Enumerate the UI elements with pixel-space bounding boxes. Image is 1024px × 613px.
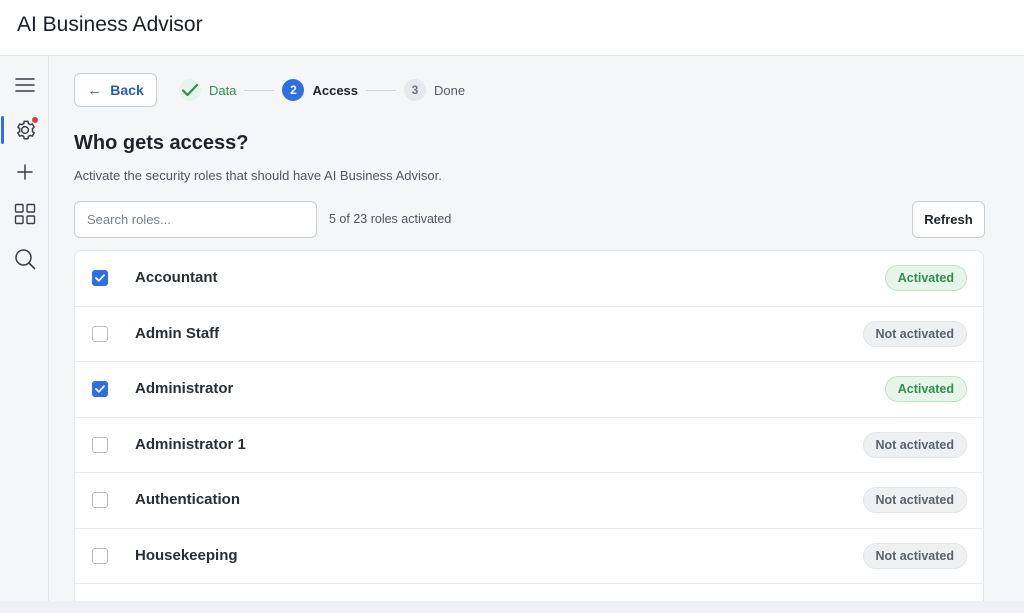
notification-dot	[31, 116, 39, 124]
checkmark-icon	[181, 83, 199, 97]
role-name: Administrator 1	[135, 435, 246, 453]
sidebar	[0, 56, 49, 613]
step-done-indicator	[179, 79, 201, 101]
role-name: Authentication	[135, 491, 240, 508]
check-icon	[95, 274, 105, 282]
step-label: Done	[434, 82, 466, 98]
sidebar-item-add[interactable]	[10, 157, 40, 187]
main-content: ← Back Data 2 Access 3 Done Who gets acc…	[49, 56, 1024, 601]
role-row-admin-staff[interactable]: Admin Staff Not activated	[75, 307, 983, 362]
role-checkbox[interactable]	[92, 270, 108, 286]
stepper: Data 2 Access 3 Done	[179, 79, 465, 101]
back-button[interactable]: ← Back	[74, 73, 157, 107]
step-connector	[366, 89, 397, 91]
status-badge: Not activated	[862, 487, 967, 513]
status-badge: Not activated	[862, 431, 967, 458]
step-connector	[244, 89, 275, 91]
role-name: Housekeeping	[135, 546, 238, 564]
sidebar-item-settings[interactable]	[10, 115, 40, 145]
sidebar-item-search[interactable]	[10, 244, 40, 274]
step-number: 2	[282, 79, 305, 101]
bottom-strip	[0, 601, 1024, 613]
status-badge: Activated	[884, 376, 967, 402]
role-checkbox[interactable]	[92, 381, 108, 397]
app-title: AI Business Advisor	[17, 13, 203, 36]
activated-count: 5 of 23 roles activated	[329, 212, 452, 226]
role-checkbox[interactable]	[92, 547, 108, 564]
sidebar-item-apps[interactable]	[10, 199, 40, 229]
sidebar-active-indicator	[1, 116, 4, 144]
roles-list: Accountant Activated Admin Staff Not act…	[74, 250, 984, 601]
status-badge: Not activated	[862, 542, 967, 569]
role-row-accountant[interactable]: Accountant Activated	[75, 251, 983, 307]
grid-icon	[14, 203, 36, 225]
status-badge: Not activated	[862, 320, 967, 347]
page-title: Who gets access?	[74, 132, 249, 154]
step-number: 3	[404, 79, 427, 101]
back-button-label: Back	[110, 82, 144, 98]
hamburger-icon	[15, 78, 35, 92]
role-row-administrator[interactable]: Administrator Activated	[75, 362, 983, 418]
top-bar: AI Business Advisor	[0, 0, 1024, 56]
step-label: Data	[209, 82, 237, 98]
role-name: Administrator	[135, 380, 234, 397]
step-label: Access	[312, 82, 359, 98]
step-data: Data	[179, 79, 236, 101]
status-badge: Activated	[884, 265, 967, 291]
role-name: Admin Staff	[135, 324, 220, 342]
page-description: Activate the security roles that should …	[74, 168, 442, 183]
role-row-partial	[75, 584, 983, 601]
step-access: 2 Access	[282, 79, 358, 101]
role-checkbox[interactable]	[92, 325, 108, 342]
role-name: Accountant	[135, 269, 218, 286]
arrow-left-icon: ←	[87, 81, 103, 99]
role-row-authentication[interactable]: Authentication Not activated	[75, 473, 983, 529]
sidebar-item-menu[interactable]	[10, 70, 40, 100]
plus-icon	[17, 164, 33, 180]
check-icon	[95, 385, 105, 393]
search-icon	[15, 249, 36, 270]
role-row-administrator-1[interactable]: Administrator 1 Not activated	[75, 418, 983, 473]
role-row-housekeeping[interactable]: Housekeeping Not activated	[75, 529, 983, 584]
role-checkbox[interactable]	[92, 436, 108, 453]
refresh-button[interactable]: Refresh	[912, 201, 985, 238]
role-checkbox[interactable]	[92, 492, 108, 508]
step-done: 3 Done	[404, 79, 465, 101]
search-roles-input[interactable]	[74, 201, 317, 238]
